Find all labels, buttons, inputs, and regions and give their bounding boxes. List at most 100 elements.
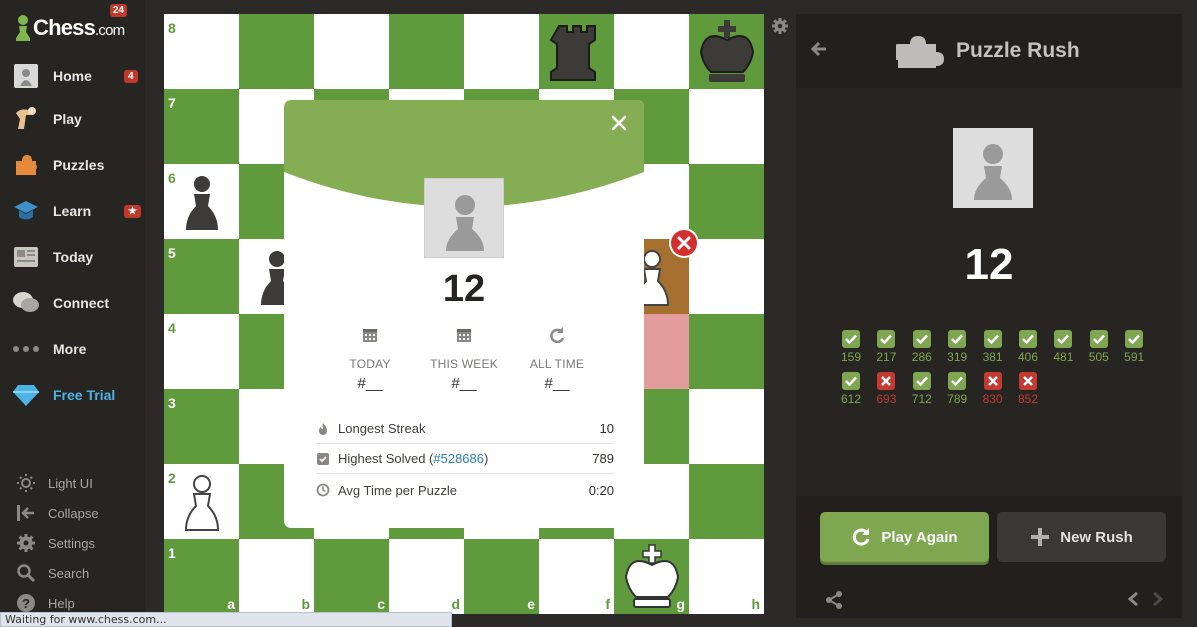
settings-link[interactable]: Settings [0,529,145,557]
sidebar-item-connect[interactable]: Connect [0,283,145,323]
checkmark-icon [877,330,896,348]
checkmark-icon [1089,330,1108,348]
square-g8[interactable] [614,14,689,89]
square-a5[interactable]: 5 [164,239,239,314]
play-again-button[interactable]: Play Again [820,512,989,562]
light-ui-toggle[interactable]: Light UI [0,469,145,497]
sidebar-item-label: Play [53,111,82,127]
white-king-icon[interactable] [620,543,684,611]
square-b8[interactable] [239,14,314,89]
black-pawn-icon[interactable] [170,168,234,236]
puzzle-result-solved[interactable]: 591 [1119,330,1149,364]
file-label: h [751,596,760,612]
checkmark-icon [948,330,967,348]
square-e1[interactable]: e [464,539,539,614]
square-h1[interactable]: h [689,539,764,614]
stat-this-week: THIS WEEK #__ [414,326,514,392]
square-h6[interactable] [689,164,764,239]
search-link[interactable]: Search [0,559,145,587]
share-icon[interactable] [824,590,844,610]
square-c8[interactable] [314,14,389,89]
square-h7[interactable] [689,89,764,164]
puzzle-result-failed[interactable]: 852 [1013,372,1043,406]
svg-text:?: ? [22,596,30,611]
square-a7[interactable]: 7 [164,89,239,164]
square-a6[interactable]: 6 [164,164,239,239]
sidebar-item-label: Connect [53,295,109,311]
chess-logo[interactable]: Chess.com [14,12,125,44]
square-g1[interactable]: g [614,539,689,614]
sidebar-item-label: Learn [53,203,92,219]
checkmark-icon [1019,330,1037,348]
sidebar-item-play[interactable]: Play [0,99,145,139]
square-c1[interactable]: c [314,539,389,614]
white-pawn-icon[interactable] [170,468,234,536]
sidebar-item-today[interactable]: Today [0,237,145,277]
puzzle-result-failed[interactable]: 830 [978,372,1008,406]
square-a4[interactable]: 4 [164,314,239,389]
sidebar-item-learn[interactable]: Learn ★ [0,191,145,231]
puzzle-link[interactable]: #528686 [433,451,484,466]
square-h3[interactable] [689,389,764,464]
puzzle-result-solved[interactable]: 286 [907,330,937,364]
x-mark-icon [983,372,1002,390]
back-arrow-icon[interactable] [810,40,828,58]
avatar [424,178,504,258]
square-a3[interactable]: 3 [164,389,239,464]
sidebar-item-puzzles[interactable]: Puzzles [0,145,145,185]
rank-label: 8 [168,20,176,36]
puzzle-result-failed[interactable]: 693 [871,372,901,406]
bottom-item-label: Light UI [48,475,93,491]
sidebar-item-label: More [53,341,87,357]
sidebar-item-more[interactable]: More [0,329,145,369]
puzzle-rating: 693 [876,392,897,406]
stat-value: #__ [544,375,570,392]
square-h2[interactable] [689,464,764,539]
chevron-left-icon[interactable] [1126,591,1140,607]
sidebar-item-label: Home [53,68,92,84]
square-h8[interactable] [689,14,764,89]
puzzle-rating: 406 [1017,350,1039,364]
square-e8[interactable] [464,14,539,89]
puzzle-result-solved[interactable]: 217 [871,330,901,364]
rank-label: 5 [168,245,176,261]
square-a8[interactable]: 8 [164,14,239,89]
black-king-icon[interactable] [695,18,759,86]
sidebar-item-free-trial[interactable]: Free Trial [0,375,145,415]
puzzle-rating: 217 [876,350,897,364]
checkmark-icon [912,330,931,348]
board-settings-gear-icon[interactable] [770,16,790,36]
pawn-avatar-icon [974,144,1012,200]
new-rush-button[interactable]: New Rush [997,512,1166,562]
square-h5[interactable] [689,239,764,314]
square-a1[interactable]: 1a [164,539,239,614]
plus-icon [1031,528,1050,546]
puzzle-result-solved[interactable]: 381 [978,330,1008,364]
square-d1[interactable]: d [389,539,464,614]
square-d8[interactable] [389,14,464,89]
puzzle-result-solved[interactable]: 505 [1084,330,1114,364]
puzzle-result-solved[interactable]: 789 [942,372,972,406]
puzzle-result-solved[interactable]: 712 [907,372,937,406]
close-icon[interactable] [610,114,628,132]
chevron-right-icon[interactable] [1151,591,1165,607]
bottom-item-label: Search [48,565,90,581]
square-f8[interactable] [539,14,614,89]
stat-label: THIS WEEK [430,357,498,371]
collapse-button[interactable]: Collapse [0,499,145,527]
puzzle-result-solved[interactable]: 612 [836,372,866,406]
refresh-icon [550,327,565,344]
puzzle-result-solved[interactable]: 406 [1013,330,1043,364]
square-a2[interactable]: 2 [164,464,239,539]
square-h4[interactable] [689,314,764,389]
square-f1[interactable]: f [539,539,614,614]
final-score: 12 [442,268,486,310]
sidebar-item-home[interactable]: Home 4 [0,56,145,96]
puzzle-result-solved[interactable]: 481 [1048,330,1078,364]
black-rook-icon[interactable] [545,18,609,86]
square-b1[interactable]: b [239,539,314,614]
longest-streak-row: Longest Streak 10 [316,414,614,444]
bottom-item-label: Collapse [48,505,99,521]
puzzle-result-solved[interactable]: 319 [942,330,972,364]
puzzle-result-solved[interactable]: 159 [836,330,866,364]
